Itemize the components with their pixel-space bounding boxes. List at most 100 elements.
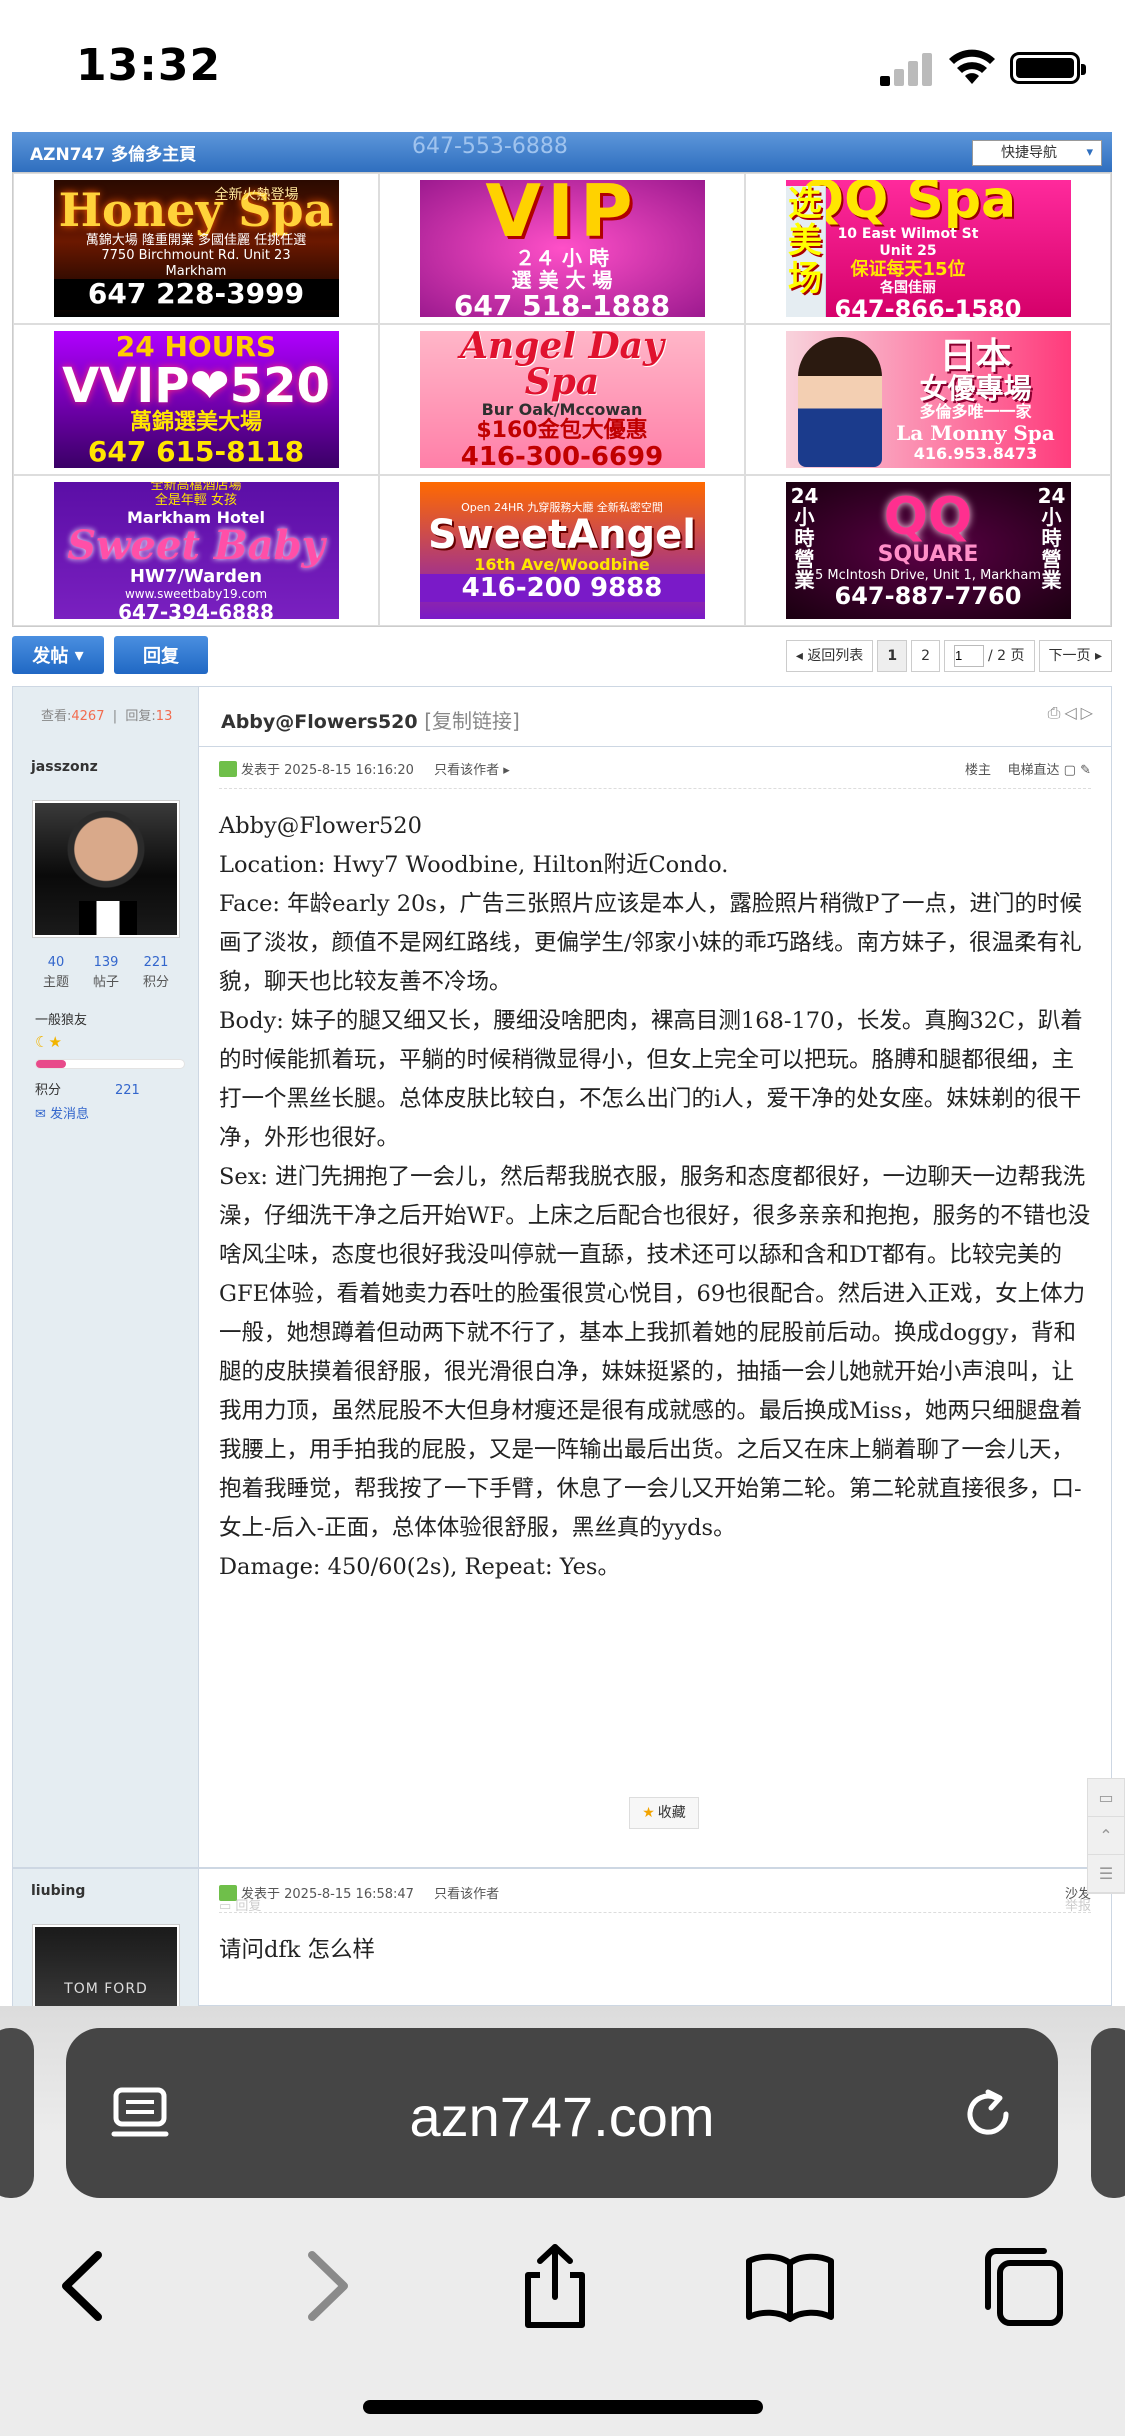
level-progress bbox=[35, 1059, 185, 1069]
ad-line: La Monny Spa bbox=[896, 420, 1055, 445]
back-label: 返回列表 bbox=[807, 648, 864, 664]
send-message-link[interactable]: ✉ 发消息 bbox=[35, 1103, 89, 1122]
post-status-icon bbox=[219, 761, 237, 777]
replies-count: 13 bbox=[155, 709, 173, 724]
bookmarks-icon[interactable] bbox=[745, 2241, 835, 2331]
post-content: 发表于 2025-8-15 16:16:20 只看该作者 ▸ 楼主 电梯直达 ▢… bbox=[199, 747, 1111, 1927]
post-date: 发表于 2025-8-15 16:16:20 bbox=[241, 763, 414, 778]
ad-line: 各国佳丽 bbox=[880, 279, 936, 296]
ad-website: www.sweetbaby19.com bbox=[124, 587, 268, 602]
user-points: 积分 221 bbox=[35, 1083, 140, 1098]
ad-side-text: 24小時營業 bbox=[790, 484, 819, 592]
ad-angel-day-spa[interactable]: Angel Day Spa Bur Oak/Mccowan $160金包大優惠 … bbox=[419, 331, 705, 468]
forum-title[interactable]: AZN747 多倫多主頁 bbox=[30, 140, 196, 165]
ad-name: SweetAngel bbox=[427, 511, 697, 558]
thread-title-text: Abby@Flowers520 bbox=[221, 711, 418, 733]
ad-phone: 416.953.8473 bbox=[913, 443, 1038, 463]
ad-line: 5 McIntosh Drive, Unit 1, Markham bbox=[814, 567, 1041, 583]
ad-badge: 全新火熱登場 bbox=[214, 187, 299, 203]
author-name[interactable]: jasszonz bbox=[31, 759, 98, 775]
address-bar[interactable]: azn747.com bbox=[66, 2028, 1058, 2198]
thread-tool-icons[interactable]: ⎙◁▷ bbox=[1048, 703, 1097, 723]
page-2[interactable]: 2 bbox=[911, 640, 940, 672]
reply-button[interactable]: 回复 bbox=[114, 636, 208, 674]
post-paragraph: Face: 年龄early 20s，广告三张照片应该是本人，露脸照片稍微P了一点… bbox=[219, 891, 1083, 995]
header-banner-text: 647-553-6888 bbox=[412, 134, 568, 159]
only-author-link[interactable]: 只看该作者 bbox=[434, 1887, 499, 1902]
ad-line: 保证每天15位 bbox=[850, 258, 966, 280]
new-post-button[interactable]: 发帖 ▾ bbox=[12, 636, 104, 674]
wifi-icon bbox=[949, 49, 995, 84]
author-stats: 40 主题 139 帖子 221 积分 bbox=[31, 953, 181, 992]
post-meta: 发表于 2025-8-15 16:16:20 只看该作者 ▸ 楼主 电梯直达 ▢… bbox=[219, 759, 1091, 789]
ad-cell: 选美场 QQ Spa 10 East Wilmot St Unit 25 保证每… bbox=[745, 173, 1111, 324]
post: liubing TOM FORD 发表于 2025-8-15 16:58:47 … bbox=[13, 1867, 1111, 2015]
share-icon[interactable] bbox=[510, 2241, 600, 2331]
ad-line: 10 East Wilmot St bbox=[837, 226, 979, 243]
ad-qq-square[interactable]: 24小時營業 24小時營業 QQ SQUARE 5 McIntosh Drive… bbox=[785, 482, 1071, 619]
avatar[interactable] bbox=[33, 801, 179, 937]
tabs-icon[interactable] bbox=[978, 2241, 1068, 2331]
stat-threads[interactable]: 40 主题 bbox=[31, 953, 81, 992]
new-post-label: 发帖 bbox=[32, 646, 69, 667]
forward-icon[interactable] bbox=[280, 2241, 370, 2331]
ad-line: Bur Oak/Mccowan bbox=[481, 399, 643, 419]
post-content: 发表于 2025-8-15 16:58:47 只看该作者 沙发 请问dfk 怎么… bbox=[199, 1869, 1111, 2007]
author-name[interactable]: liubing bbox=[31, 1883, 85, 1899]
user-group: 一般狼友 bbox=[35, 1013, 88, 1028]
thread-header: 查看:4267 | 回复:13 Abby@Flowers520 [复制链接] ⎙… bbox=[13, 687, 1111, 747]
reload-icon[interactable] bbox=[958, 2084, 1018, 2144]
ad-vip[interactable]: VIP ２４ 小 時 選 美 大 場 647 518-1888 bbox=[419, 180, 705, 317]
author-sidebar: liubing TOM FORD bbox=[13, 1869, 199, 2015]
post-paragraph: 请问dfk 怎么样 bbox=[219, 1937, 376, 1963]
ad-line: 多倫多唯一一家 bbox=[919, 402, 1032, 421]
ad-vvip-520[interactable]: 24 HOURS VVIP❤520 萬錦選美大場 647 615-8118 bbox=[53, 331, 339, 468]
ad-name: VIP bbox=[485, 180, 639, 254]
ad-phone: 647-866-1580 bbox=[834, 295, 1022, 317]
ad-honey-spa[interactable]: 全新火熱登場 Honey Spa 萬錦大場 隆重開業 多國佳麗 任挑任選 775… bbox=[53, 180, 339, 317]
ad-line: 16th Ave/Woodbine bbox=[474, 554, 650, 574]
page-1[interactable]: 1 bbox=[877, 640, 908, 672]
page-total: / 2 页 bbox=[987, 648, 1025, 664]
ad-cell: Angel Day Spa Bur Oak/Mccowan $160金包大優惠 … bbox=[379, 324, 745, 475]
copy-link-button[interactable]: [复制链接] bbox=[424, 709, 520, 733]
ad-qq-spa[interactable]: 选美场 QQ Spa 10 East Wilmot St Unit 25 保证每… bbox=[785, 180, 1071, 317]
floor-label: 楼主 bbox=[964, 763, 991, 778]
list-icon[interactable]: ☰ bbox=[1088, 1855, 1124, 1893]
page-input[interactable] bbox=[953, 644, 984, 667]
ad-line: 萬錦大場 隆重開業 多國佳麗 任挑任選 bbox=[85, 232, 307, 248]
ad-line: Unit 25 bbox=[879, 243, 937, 260]
back-icon[interactable] bbox=[40, 2241, 130, 2331]
next-page-button[interactable]: 下一页 ▸ bbox=[1038, 640, 1112, 672]
stat-points[interactable]: 221 积分 bbox=[131, 953, 181, 992]
ad-sweet-baby[interactable]: 全新高檔酒店場 全是年輕 女孩 Markham Hotel Sweet Baby… bbox=[53, 482, 339, 619]
battery-icon bbox=[1010, 52, 1086, 84]
only-author-link[interactable]: 只看该作者 ▸ bbox=[434, 763, 510, 778]
elevator-link[interactable]: 电梯直达 bbox=[1008, 763, 1060, 778]
post-body: 请问dfk 怎么样 bbox=[219, 1931, 1091, 1970]
ad-la-monny-spa[interactable]: 日本 女優專場 多倫多唯一一家 La Monny Spa 416.953.847… bbox=[785, 331, 1071, 468]
back-to-list-button[interactable]: ◂ 返回列表 bbox=[785, 640, 874, 672]
ad-line: $160金包大優惠 bbox=[476, 417, 648, 443]
favorite-button[interactable]: ★ 收藏 bbox=[629, 1797, 699, 1829]
next-tab[interactable] bbox=[1091, 2028, 1125, 2198]
back-to-top-icon[interactable]: ⌃ bbox=[1088, 1817, 1124, 1855]
quick-nav-dropdown[interactable]: 快捷导航 bbox=[972, 140, 1102, 166]
author-sidebar: jasszonz 40 主题 139 帖子 221 积分 一般狼友 ☾★ 积分 221 … bbox=[13, 747, 199, 1927]
star-icon: ★ bbox=[642, 1805, 655, 1821]
avatar-text: TOM FORD bbox=[64, 1981, 148, 1997]
ad-line: 選 美 大 場 bbox=[511, 268, 613, 293]
ad-cell: 全新火熱登場 Honey Spa 萬錦大場 隆重開業 多國佳麗 任挑任選 775… bbox=[13, 173, 379, 324]
ad-cell: Open 24HR 九穿服務大廳 全新私密空間 SweetAngel 16th … bbox=[379, 475, 745, 626]
pagination: ◂ 返回列表 1 2 / 2 页 下一页 ▸ bbox=[785, 640, 1112, 672]
home-indicator bbox=[363, 2400, 763, 2414]
ad-sweet-angel[interactable]: Open 24HR 九穿服務大廳 全新私密空間 SweetAngel 16th … bbox=[419, 482, 705, 619]
comment-icon[interactable]: ▭ bbox=[1088, 1779, 1124, 1817]
post-body: Abby@Flower520 Location: Hwy7 Woodbine, … bbox=[219, 807, 1091, 1587]
stat-posts[interactable]: 139 帖子 bbox=[81, 953, 131, 992]
thread: 查看:4267 | 回复:13 Abby@Flowers520 [复制链接] ⎙… bbox=[12, 686, 1112, 2015]
url-text: azn747.com bbox=[409, 2085, 715, 2148]
status-time: 13:32 bbox=[76, 40, 222, 91]
previous-tab[interactable] bbox=[0, 2028, 34, 2198]
avatar[interactable]: TOM FORD bbox=[33, 1925, 179, 2015]
